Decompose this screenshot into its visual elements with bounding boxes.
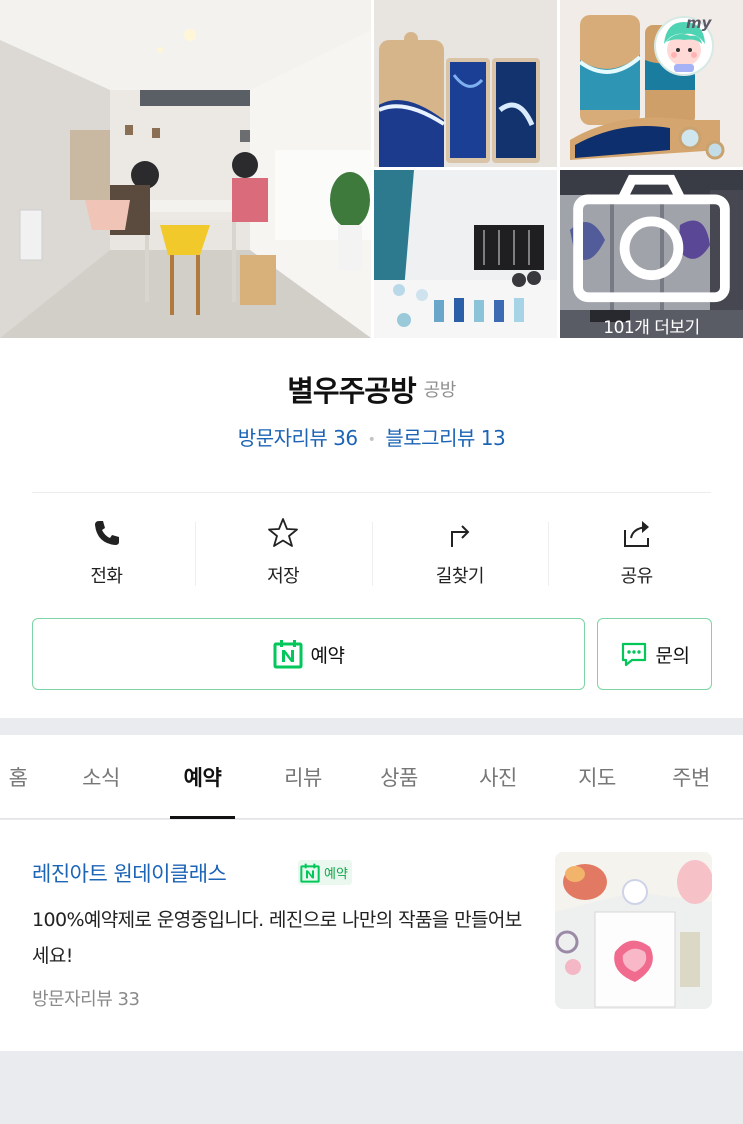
blog-review-link[interactable]: 블로그리뷰 13 xyxy=(385,426,505,450)
booking-item-title[interactable]: 레진아트 원데이클래스 xyxy=(32,858,227,888)
tab-products[interactable]: 상품 xyxy=(368,735,430,819)
tab-booking[interactable]: 예약 xyxy=(170,735,235,819)
place-category: 공방 xyxy=(423,380,457,401)
divider xyxy=(32,492,711,493)
tab-home[interactable]: 홈 xyxy=(0,735,36,819)
chat-bubble-icon xyxy=(621,642,646,667)
visitor-review-link[interactable]: 방문자리뷰 36 xyxy=(238,426,358,450)
main-photo[interactable] xyxy=(0,0,371,338)
gallery-photo-3[interactable] xyxy=(374,170,557,338)
save-label: 저장 xyxy=(267,566,300,587)
booking-item-review-count: 방문자리뷰 33 xyxy=(32,989,140,1010)
naver-booking-icon xyxy=(273,640,303,669)
inquiry-button[interactable]: 문의 xyxy=(597,618,712,690)
my-badge-text: my xyxy=(686,14,713,32)
tab-map[interactable]: 지도 xyxy=(566,735,628,819)
booking-item-description: 100%예약제로 운영중입니다. 레진으로 나만의 작품을 만들어보세요! xyxy=(32,909,522,967)
star-icon xyxy=(268,518,299,547)
reserve-label: 예약 xyxy=(310,644,345,667)
share-icon xyxy=(623,521,649,547)
tab-reviews[interactable]: 리뷰 xyxy=(272,735,334,819)
place-title-row: 별우주공방 공방 xyxy=(0,368,743,410)
action-bar: 전화 저장 길찾기 공유 xyxy=(18,516,725,594)
booking-item-thumbnail[interactable] xyxy=(555,852,712,1009)
call-button[interactable]: 전화 xyxy=(18,516,195,594)
booking-tag: 예약 xyxy=(298,860,352,885)
share-button[interactable]: 공유 xyxy=(548,516,725,594)
phone-icon xyxy=(95,521,120,545)
my-profile-badge[interactable]: my xyxy=(652,12,718,78)
directions-label: 길찾기 xyxy=(435,566,485,587)
tab-photos[interactable]: 사진 xyxy=(467,735,529,819)
tab-bar: 홈 소식 예약 리뷰 상품 사진 지도 주변 xyxy=(0,735,743,819)
photo-more-label: 101개 더보기 xyxy=(603,318,700,338)
camera-icon xyxy=(573,174,730,303)
reserve-button[interactable]: 예약 xyxy=(32,618,585,690)
call-label: 전화 xyxy=(90,566,123,587)
gallery-photo-more[interactable]: 101개 더보기 xyxy=(560,170,743,338)
place-info-section: 별우주공방 공방 방문자리뷰 36 • 블로그리뷰 13 전화 저장 길찾기 공… xyxy=(0,338,743,718)
review-summary: 방문자리뷰 36 • 블로그리뷰 13 xyxy=(0,422,743,451)
photo-gallery: 101개 더보기 my xyxy=(0,0,743,338)
active-tab-indicator xyxy=(170,816,235,819)
tab-news[interactable]: 소식 xyxy=(70,735,132,819)
booking-item-card[interactable]: 레진아트 원데이클래스 예약 100%예약제로 운영중입니다. 레진으로 나만의… xyxy=(0,820,743,1051)
gallery-photo-1[interactable] xyxy=(374,0,557,167)
naver-booking-icon xyxy=(300,863,320,883)
save-button[interactable]: 저장 xyxy=(194,516,372,594)
separator-dot: • xyxy=(367,431,376,448)
photo-more-overlay[interactable]: 101개 더보기 xyxy=(560,170,743,338)
booking-tag-label: 예약 xyxy=(324,867,348,882)
directions-icon xyxy=(450,525,470,547)
directions-button[interactable]: 길찾기 xyxy=(371,516,549,594)
place-name: 별우주공방 xyxy=(287,374,416,408)
tab-nearby[interactable]: 주변 xyxy=(660,735,722,819)
share-label: 공유 xyxy=(620,566,654,587)
inquiry-label: 문의 xyxy=(655,644,690,667)
